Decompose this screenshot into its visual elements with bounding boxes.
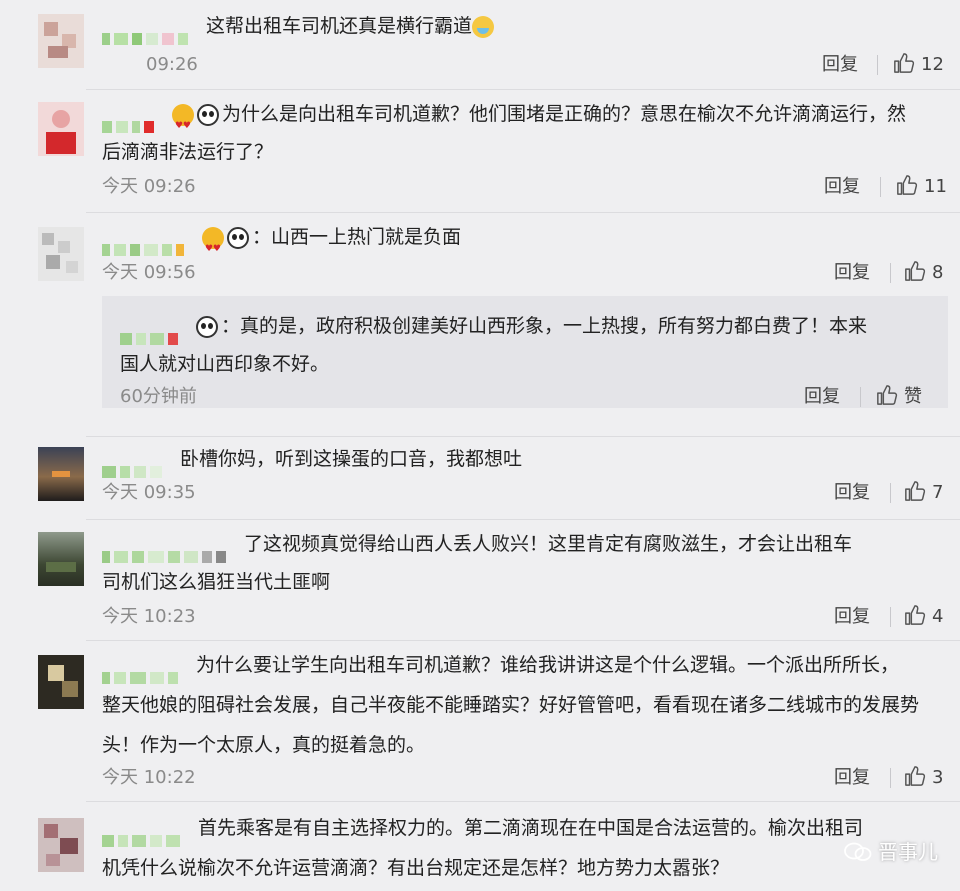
comment-text-cont: 司机们这么猖狂当代土匪啊: [102, 571, 331, 593]
comment-time: 今天 09:56: [102, 262, 196, 283]
comment-item: 这帮出租车司机还真是横行霸道 09:26 回复 12: [0, 0, 960, 90]
comment-time: 今天 09:26: [102, 176, 196, 197]
panda-icon: [197, 103, 219, 126]
comment-body: 首先乘客是有自主选择权力的。第二滴滴现在在中国是合法运营的。榆次出租司: [198, 817, 864, 839]
like-button[interactable]: 12: [893, 52, 944, 78]
wechat-icon: [844, 842, 872, 861]
comment-text-cont: 头！作为一个太原人，真的挺着急的。: [102, 734, 426, 756]
like-button[interactable]: 11: [896, 174, 947, 200]
like-count: 8: [932, 262, 944, 283]
thumbs-up-icon: [905, 261, 926, 281]
comment-text: 为什么要让学生向出租车司机道歉？谁给我讲讲这是个什么逻辑。一个派出所所长，: [102, 645, 948, 685]
username-blurred[interactable]: [102, 452, 166, 478]
reply-button[interactable]: 回复: [834, 604, 870, 630]
like-count: 11: [924, 176, 947, 197]
like-button[interactable]: 7: [904, 480, 943, 506]
comment-body: 这帮出租车司机还真是横行霸道: [206, 15, 473, 37]
thumbs-up-icon: [897, 175, 918, 195]
comment-time: 今天 10:23: [102, 606, 196, 627]
divider-vertical: [890, 483, 891, 503]
comment-body: 卧槽你妈，听到这操蛋的口音，我都想吐: [180, 448, 523, 470]
sub-reply-time: 60分钟前: [120, 386, 197, 407]
divider-vertical: [890, 263, 891, 283]
like-count: 7: [932, 482, 944, 503]
sub-reply: ：真的是，政府积极创建美好山西形象，一上热搜，所有努力都白费了！本来 国人就对山…: [102, 296, 948, 408]
username-blurred[interactable]: [120, 319, 182, 345]
thumbs-up-icon: [905, 766, 926, 786]
sub-like-button[interactable]: 赞: [876, 384, 922, 410]
comment-item: 首先乘客是有自主选择权力的。第二滴滴现在在中国是合法运营的。榆次出租司 机凭什么…: [0, 802, 960, 891]
comment-item: 了这视频真觉得给山西人丢人败兴！这里肯定有腐败滋生，才会让出租车 司机们这么猖狂…: [0, 520, 960, 640]
comment-body: ：山西一上热门就是负面: [252, 226, 462, 248]
panda-icon: [227, 226, 249, 249]
comment-text: ：山西一上热门就是负面: [102, 217, 948, 269]
laughing-tears-icon: [472, 15, 495, 38]
like-count: 3: [932, 767, 944, 788]
comment-text: 卧槽你妈，听到这操蛋的口音，我都想吐: [102, 439, 948, 479]
avatar[interactable]: [38, 532, 84, 586]
comment-item: 卧槽你妈，听到这操蛋的口音，我都想吐 今天 09:35 回复 7: [0, 437, 960, 519]
comment-text-cont: 后滴滴非法运行了？: [102, 141, 274, 163]
thumbs-up-icon: [905, 481, 926, 501]
divider-vertical: [877, 55, 878, 75]
comment-item: 为什么是向出租车司机道歉？他们围堵是正确的？意思在榆次不允许滴滴运行，然 后滴滴…: [0, 90, 960, 212]
thumbs-up-icon: [905, 605, 926, 625]
divider-vertical: [890, 768, 891, 788]
comment-text: 首先乘客是有自主选择权力的。第二滴滴现在在中国是合法运营的。榆次出租司: [102, 808, 948, 848]
username-blurred[interactable]: [102, 230, 188, 256]
comment-item: 为什么要让学生向出租车司机道歉？谁给我讲讲这是个什么逻辑。一个派出所所长， 整天…: [0, 641, 960, 801]
username-blurred[interactable]: [102, 107, 158, 133]
username-blurred[interactable]: [102, 537, 230, 563]
sub-reply-text-cont: 国人就对山西印象不好。: [120, 353, 330, 375]
divider-vertical: [860, 387, 861, 407]
comment-text-cont: 整天他娘的阻碍社会发展，自己半夜能不能睡踏实？好好管管吧，看看现在诸多二线城市的…: [102, 694, 920, 716]
reply-button[interactable]: 回复: [834, 480, 870, 506]
thumbs-up-icon: [877, 385, 898, 405]
username-blurred[interactable]: [102, 19, 192, 45]
avatar[interactable]: [38, 447, 84, 501]
like-button[interactable]: 4: [904, 604, 943, 630]
comment-text: 为什么是向出租车司机道歉？他们围堵是正确的？意思在榆次不允许滴滴运行，然: [102, 94, 948, 146]
panda-icon: [196, 315, 218, 338]
avatar[interactable]: [38, 102, 84, 156]
reply-button[interactable]: 回复: [834, 765, 870, 791]
comment-body: 为什么要让学生向出租车司机道歉？谁给我讲讲这是个什么逻辑。一个派出所所长，: [196, 654, 900, 676]
sub-reply-button[interactable]: 回复: [804, 384, 840, 410]
comment-text: 了这视频真觉得给山西人丢人败兴！这里肯定有腐败滋生，才会让出租车: [102, 524, 948, 564]
thumbs-up-icon: [894, 53, 915, 73]
like-count: 12: [921, 54, 944, 75]
comment-body: 了这视频真觉得给山西人丢人败兴！这里肯定有腐败滋生，才会让出租车: [244, 533, 853, 555]
divider-vertical: [890, 607, 891, 627]
username-blurred[interactable]: [102, 658, 182, 684]
heart-eyes-icon: [202, 226, 224, 269]
avatar[interactable]: [38, 227, 84, 281]
reply-button[interactable]: 回复: [834, 260, 870, 286]
comment-text-cont: 机凭什么说榆次不允许运营滴滴？有出台规定还是怎样？地方势力太嚣张？: [102, 857, 730, 879]
sub-reply-body: ：真的是，政府积极创建美好山西形象，一上热搜，所有努力都白费了！本来: [221, 315, 868, 337]
avatar[interactable]: [38, 14, 84, 68]
reply-button[interactable]: 回复: [824, 174, 860, 200]
like-button[interactable]: 8: [904, 260, 943, 286]
comment-time: 今天 10:22: [102, 767, 196, 788]
sub-like-label: 赞: [904, 386, 922, 407]
avatar[interactable]: [38, 818, 84, 872]
divider-vertical: [880, 177, 881, 197]
like-button[interactable]: 3: [904, 765, 943, 791]
comment-text: 这帮出租车司机还真是横行霸道: [102, 6, 948, 46]
watermark-text: 晋事儿: [878, 840, 938, 864]
comment-time: 今天 09:35: [102, 482, 196, 503]
sub-reply-text: ：真的是，政府积极创建美好山西形象，一上热搜，所有努力都白费了！本来: [120, 306, 867, 346]
username-blurred[interactable]: [102, 821, 184, 847]
comment-time: 09:26: [146, 54, 198, 75]
comment-body: 为什么是向出租车司机道歉？他们围堵是正确的？意思在榆次不允许滴滴运行，然: [222, 103, 907, 125]
watermark: 晋事儿: [844, 836, 938, 865]
reply-button[interactable]: 回复: [822, 52, 858, 78]
avatar[interactable]: [38, 655, 84, 709]
heart-eyes-icon: [172, 103, 194, 146]
like-count: 4: [932, 606, 944, 627]
comment-feed: 这帮出租车司机还真是横行霸道 09:26 回复 12 为什么是向出租车司机道歉？…: [0, 0, 960, 891]
